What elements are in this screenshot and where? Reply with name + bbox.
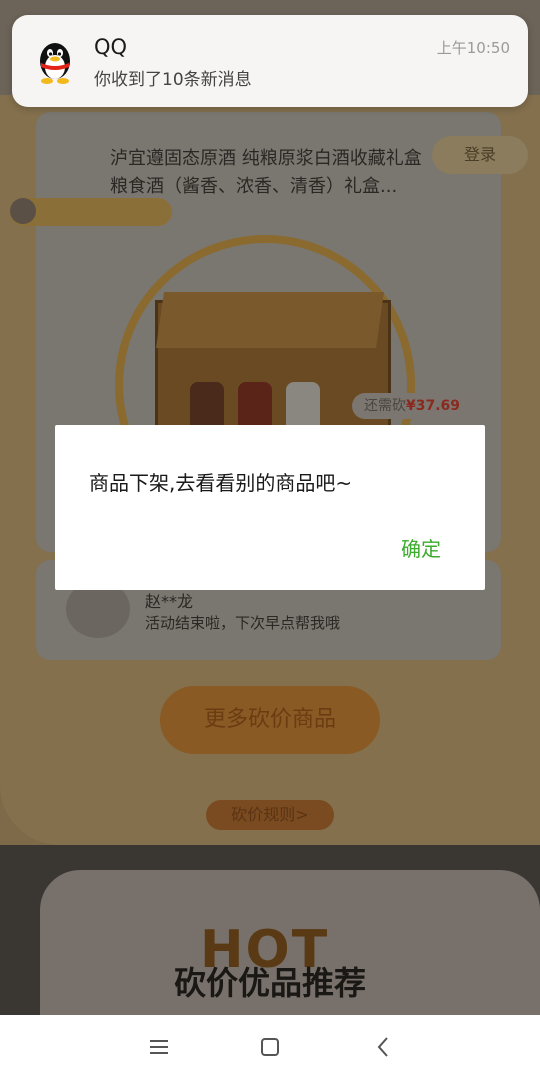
recommend-title: 砍价优品推荐 — [173, 964, 366, 1002]
login-button[interactable]: 登录 — [432, 136, 528, 174]
product-bottle — [238, 382, 272, 426]
notification-time: 上午10:50 — [436, 39, 510, 57]
offline-dialog: 商品下架,去看看别的商品吧~ 确定 — [55, 425, 485, 590]
helper-message: 活动结束啦，下次早点帮我哦 — [145, 614, 341, 632]
ticker-avatar — [10, 198, 36, 224]
remain-label: 还需砍 — [364, 398, 406, 414]
notification-app: QQ — [94, 35, 128, 59]
menu-icon[interactable] — [146, 1030, 172, 1064]
more-bargain-button[interactable]: 更多砍价商品 — [160, 686, 380, 754]
remain-price-pill: 还需砍¥37.69 — [352, 393, 482, 419]
dialog-message: 商品下架,去看看别的商品吧~ — [89, 471, 353, 495]
helper-name: 赵**龙 — [145, 592, 194, 611]
product-bottle — [190, 382, 224, 426]
notification-message: 你收到了10条新消息 — [94, 70, 252, 90]
bargain-rules-button[interactable]: 砍价规则> — [206, 800, 334, 830]
confirm-button[interactable]: 确定 — [401, 533, 441, 562]
product-title: 泸宜遵固态原酒 纯粮原浆白酒收藏礼盒 粮食酒（酱香、浓香、清香）礼盒... — [110, 148, 422, 197]
remain-price: ¥37.69 — [406, 398, 461, 414]
home-square-icon[interactable] — [257, 1034, 283, 1060]
product-image-lid — [156, 292, 384, 348]
back-chevron-icon[interactable] — [370, 1032, 396, 1062]
qq-penguin-icon — [40, 43, 70, 84]
product-bottle — [286, 382, 320, 426]
qq-notification[interactable]: QQ 上午10:50 你收到了10条新消息 — [12, 15, 528, 107]
